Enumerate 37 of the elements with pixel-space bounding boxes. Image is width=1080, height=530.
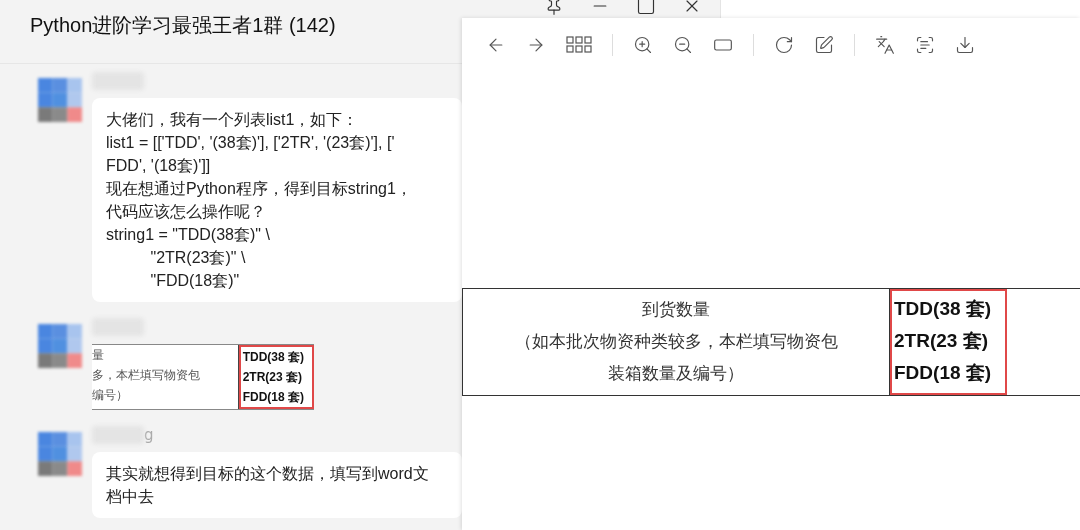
blurred-avatar-icon (38, 324, 82, 368)
maximize-icon[interactable] (636, 0, 656, 16)
message-text: string1 = "TDD(38套)" \ (106, 225, 270, 245)
table-text: 2TR(23 套) (242, 369, 303, 386)
zoom-out-icon[interactable] (673, 35, 693, 55)
table-text: TDD(38 套) (242, 349, 304, 366)
message-text: 大佬们，我有一个列表list1，如下： (106, 110, 359, 130)
table-label: （如本批次物资种类较多，本栏填写物资包 (514, 330, 838, 353)
edit-icon[interactable] (814, 35, 834, 55)
grid-icon[interactable] (566, 36, 592, 54)
blurred-avatar-icon (38, 78, 82, 122)
message-text: FDD', '(18套)']] (106, 156, 211, 176)
image-message[interactable]: 量 多，本栏填写物资包 编号） TDD(38 套) 2TR(23 套) FDD(18 套) (92, 344, 314, 410)
message-text: 现在想通过Python程序，得到目标string1， (106, 179, 412, 199)
message-text: "2TR(23套)" \ (149, 248, 246, 268)
message-text: 代码应该怎么操作呢？ (106, 202, 266, 222)
message-text: 其实就想得到目标的这个数据，填写到word文 (106, 464, 429, 484)
table-label: 装箱数量及编号） (608, 362, 744, 385)
translate-icon[interactable] (875, 35, 895, 55)
text-scan-icon[interactable] (915, 35, 935, 55)
message-text: "FDD(18套)" (149, 271, 240, 291)
zoom-in-icon[interactable] (633, 35, 653, 55)
table-value: 2TR(23 套) (894, 329, 989, 353)
download-icon[interactable] (955, 35, 975, 55)
chat-title: Python进阶学习最强王者1群 (142) (30, 13, 336, 38)
message-text: list1 = [['TDD', '(38套)'], ['2TR', '(23套)'], [' (106, 133, 395, 153)
blurred-avatar-icon (38, 432, 82, 476)
message-text: 档中去 (106, 487, 154, 507)
table-text: FDD(18 套) (242, 389, 304, 406)
table-text: 多，本栏填写物资包 (92, 367, 200, 384)
table-label: 到货数量 (642, 298, 710, 321)
rotate-icon[interactable] (774, 35, 794, 55)
table-text: 量 (92, 347, 104, 364)
table-text: 编号） (92, 387, 128, 404)
table-value: FDD(18 套) (894, 361, 992, 385)
table-value: TDD(38 套) (894, 297, 992, 321)
sender-name: g (144, 426, 154, 444)
